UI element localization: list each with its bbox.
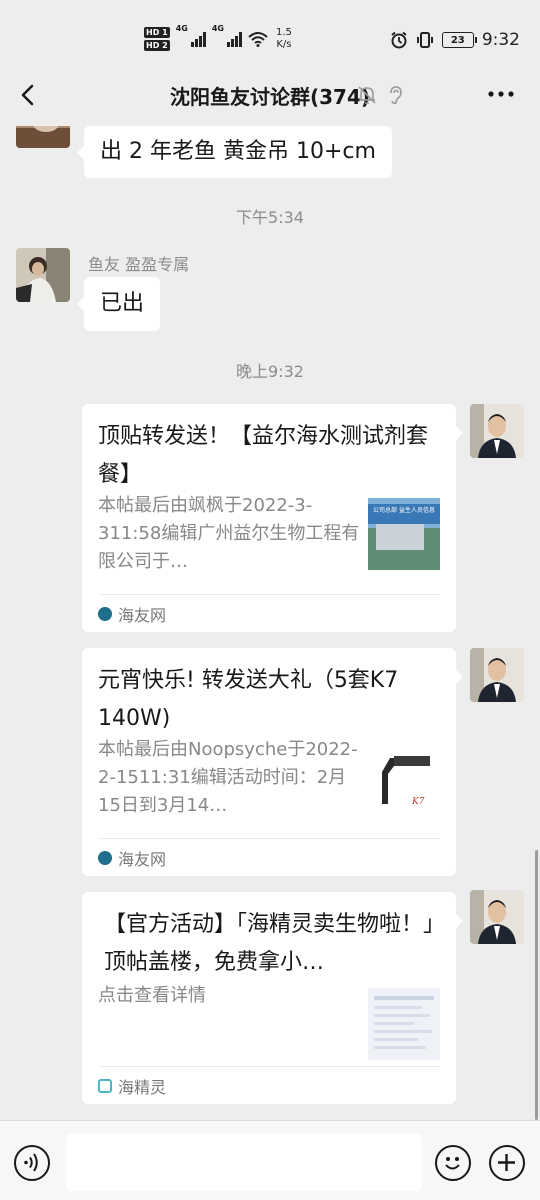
hd1-badge: HD 1 [144, 27, 170, 38]
alarm-icon [391, 31, 407, 49]
card-title: 【官方活动】「海精灵卖生物啦！」顶帖盖楼，免费拿小… [104, 906, 440, 982]
source-name: 海友网 [118, 605, 167, 625]
status-clock: 9:32 [481, 30, 520, 50]
card-source: 海友网 [98, 838, 440, 876]
plus-icon [498, 1154, 515, 1171]
message-input[interactable] [66, 1133, 422, 1191]
avatar[interactable] [16, 126, 70, 148]
speed-unit: K/s [276, 39, 292, 50]
avatar[interactable] [470, 648, 524, 702]
network-speed: 1.5 K/s [276, 27, 292, 51]
input-bar [0, 1120, 540, 1200]
message-list[interactable]: 出 2 年老鱼 黄金吊 10+cm 下午5:34 鱼友 盈盈专属 已出 晚上9:… [0, 126, 540, 1120]
hd-indicator: HD 1 HD 2 [144, 27, 170, 51]
link-card[interactable]: 元宵快乐! 转发送大礼（5套K7 140W) 本帖最后由Noopsyche于20… [82, 648, 463, 876]
card-title: 元宵快乐! 转发送大礼（5套K7 140W) [98, 668, 399, 731]
network-type-2: 4G [211, 24, 224, 33]
card-source: 海友网 [98, 594, 440, 632]
vibrate-icon [416, 32, 433, 48]
chat-title[interactable]: 沈阳鱼友讨论群(374) [170, 85, 370, 109]
sender-name: 鱼友 盈盈专属 [88, 255, 190, 274]
message-bubble[interactable]: 已出 [76, 277, 161, 331]
speed-value: 1.5 [275, 27, 292, 38]
source-logo-icon [98, 606, 112, 621]
card-thumbnail: 公司总部 益生人员信息 [368, 498, 440, 570]
timestamp: 下午5:34 [236, 208, 304, 227]
title-container: 沈阳鱼友讨论群(374) [0, 81, 540, 110]
source-name: 海友网 [118, 849, 167, 869]
source-name: 海精灵 [118, 1077, 167, 1097]
network-type-1: 4G [175, 24, 188, 33]
wifi-icon [248, 32, 268, 47]
scrollbar[interactable] [535, 850, 538, 1120]
bell-muted-icon [358, 86, 376, 104]
message-text: 已出 [100, 291, 145, 316]
card-thumbnail [368, 988, 440, 1060]
voice-button[interactable] [14, 1145, 50, 1181]
status-left-group: HD 1 HD 2 4G 4G 1.5 K/s [144, 24, 292, 54]
card-thumbnail: K7 [368, 742, 440, 814]
hd2-badge: HD 2 [144, 40, 170, 51]
timestamp: 晚上9:32 [236, 362, 304, 381]
smiley-icon [445, 1157, 460, 1170]
emoji-button[interactable] [435, 1145, 471, 1181]
card-source: 海精灵 [98, 1066, 440, 1104]
card-title-text: 【官方活动】「海精灵卖生物啦！」顶帖盖楼，免费拿小… [104, 912, 435, 975]
avatar[interactable] [470, 890, 524, 944]
thumb-caption: K7 [411, 797, 425, 807]
avatar[interactable] [16, 248, 70, 302]
voice-icon [24, 1153, 38, 1172]
source-logo-icon [98, 1078, 112, 1093]
card-description: 点击查看详情 [98, 985, 206, 1006]
plus-button[interactable] [489, 1145, 525, 1181]
ear-icon [390, 86, 402, 105]
message-text: 出 2 年老鱼 黄金吊 10+cm [100, 139, 376, 164]
link-card[interactable]: 顶贴转发送！【益尔海水测试剂套餐】 本帖最后由飒枫于2022-3-311:58编… [82, 404, 463, 632]
signal-icon-2 [226, 31, 242, 47]
source-logo-icon [98, 850, 112, 865]
ellipsis-icon[interactable] [486, 84, 516, 104]
signal-icon [190, 31, 206, 47]
message-bubble[interactable]: 出 2 年老鱼 黄金吊 10+cm [77, 126, 392, 178]
status-bar: HD 1 HD 2 4G 4G 1.5 K/s 23 9:32 [0, 0, 540, 64]
avatar[interactable] [470, 404, 524, 458]
link-card[interactable]: 【官方活动】「海精灵卖生物啦！」顶帖盖楼，免费拿小… 点击查看详情 海精灵 [82, 892, 463, 1104]
card-title: 顶贴转发送！【益尔海水测试剂套餐】 [98, 424, 429, 487]
battery-indicator: 23 [441, 32, 477, 48]
card-description: 本帖最后由Noopsyche于2022-2-1511:31编辑活动时间：2月15… [98, 739, 358, 816]
status-right-group: 23 9:32 [390, 30, 520, 50]
chat-header: 沈阳鱼友讨论群(374) [0, 64, 540, 126]
title-icons [356, 84, 406, 106]
thumb-caption: 公司总部 益生人员信息 [373, 506, 435, 514]
card-description: 本帖最后由飒枫于2022-3-311:58编辑广州益尔生物工程有限公司于… [98, 495, 360, 572]
